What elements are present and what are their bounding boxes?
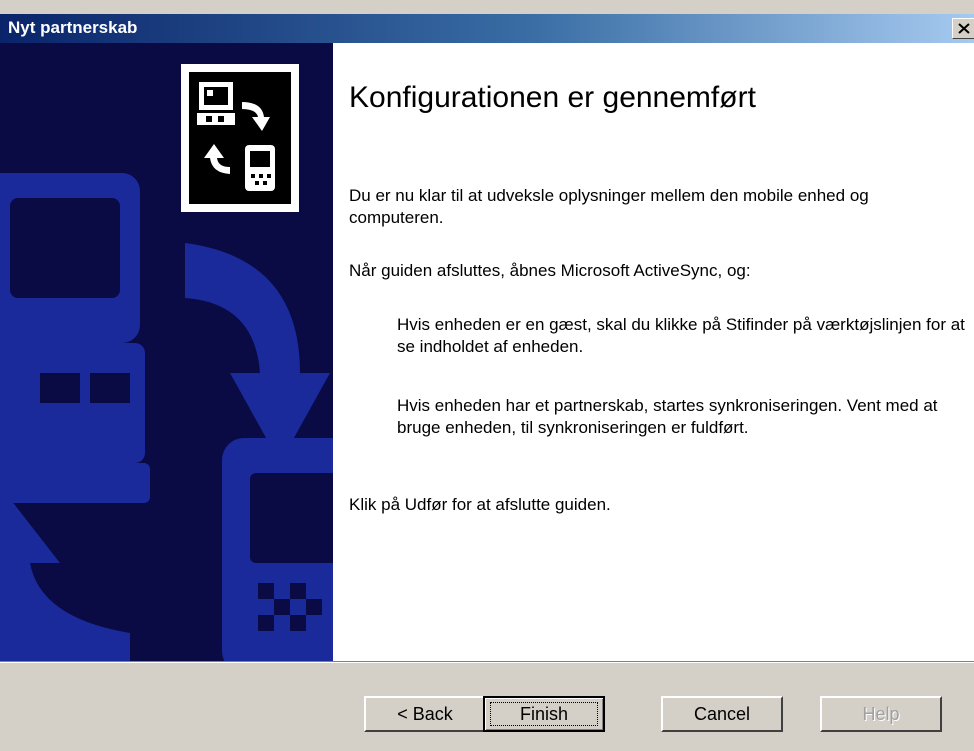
- dialog-window: Nyt partnerskab Konfigurationen er genne…: [0, 0, 974, 751]
- page-title: Konfigurationen er gennemført: [349, 81, 756, 114]
- title-bar[interactable]: Nyt partnerskab: [0, 14, 974, 43]
- partnership-text: Hvis enheden har et partnerskab, startes…: [397, 396, 938, 437]
- guest-text: Hvis enheden er en gæst, skal du klikke …: [397, 315, 965, 356]
- wizard-content: Konfigurationen er gennemført Du er nu k…: [333, 43, 974, 661]
- ready-text: Du er nu klar til at udveksle oplysninge…: [349, 186, 869, 227]
- close-button[interactable]: [952, 18, 974, 39]
- finish-instruction-text: Klik på Udfør for at afslutte guiden.: [349, 495, 611, 514]
- back-button[interactable]: < Back: [364, 696, 486, 732]
- cancel-button[interactable]: Cancel: [661, 696, 783, 732]
- sync-device-icon: [181, 64, 299, 212]
- wizard-side-panel: [0, 43, 333, 661]
- help-button[interactable]: Help: [820, 696, 942, 732]
- close-icon: [958, 23, 970, 34]
- focus-rect: [490, 702, 598, 726]
- on-finish-text: Når guiden afsluttes, åbnes Microsoft Ac…: [349, 261, 751, 280]
- finish-button[interactable]: Finish: [483, 696, 605, 732]
- side-panel-art: [0, 64, 333, 661]
- window-title: Nyt partnerskab: [8, 18, 138, 37]
- divider-highlight: [0, 662, 974, 663]
